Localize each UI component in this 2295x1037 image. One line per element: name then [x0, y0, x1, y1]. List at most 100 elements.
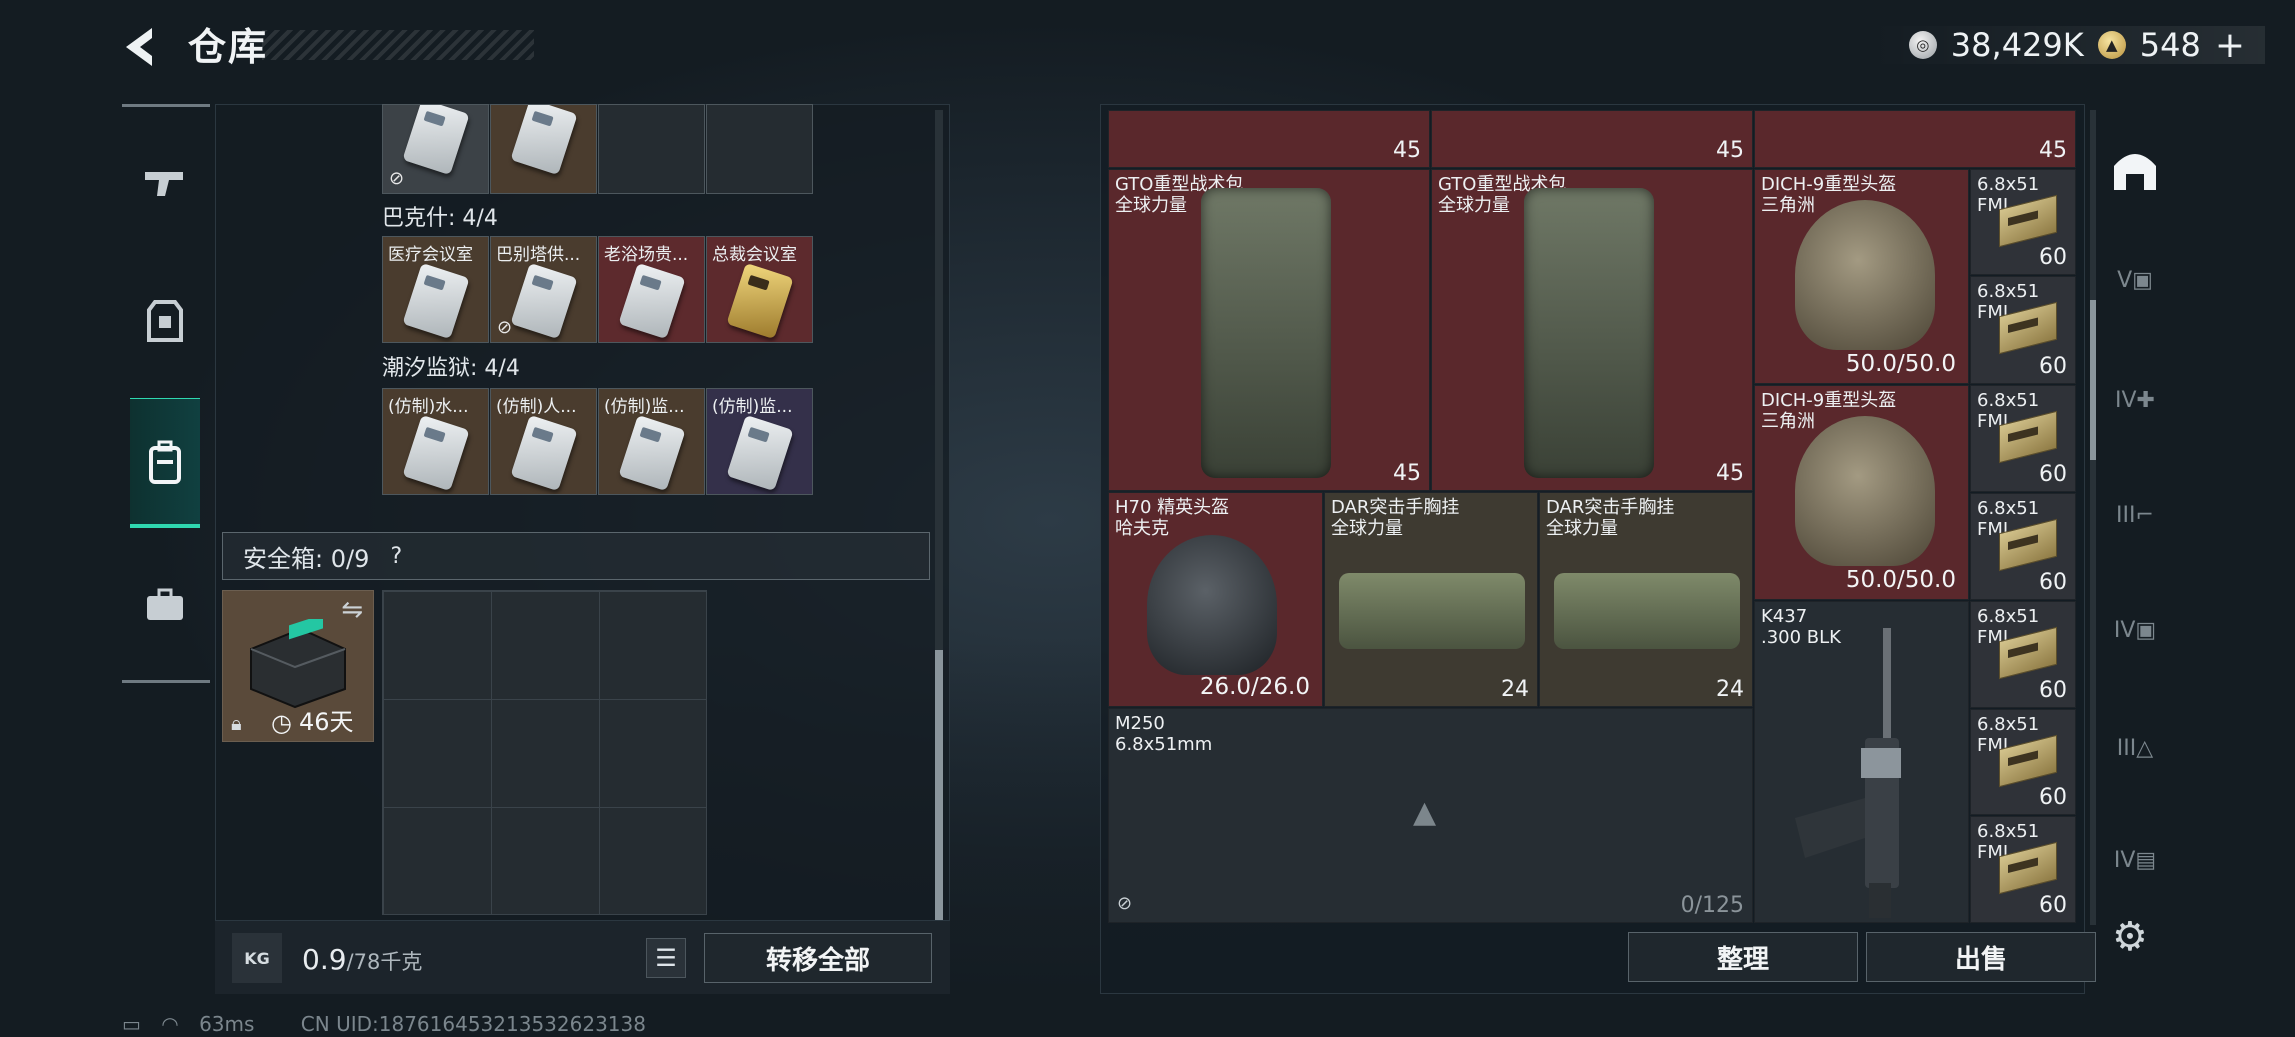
safebox-item[interactable]: ⇋ 🔒︎ ◷ 46天 — [222, 590, 374, 742]
capacity-count: 45 — [1393, 461, 1421, 486]
keycard-icon — [402, 414, 470, 492]
keycard-slot[interactable]: 总裁会议室 — [706, 236, 813, 343]
ammo-item[interactable]: 6.8x51 FMJ 60 — [1970, 601, 2076, 708]
durability: 50.0/50.0 — [1845, 567, 1956, 593]
weight-max: /78千克 — [346, 950, 423, 974]
inventory-scroll-thumb[interactable] — [2090, 300, 2096, 460]
tab-expansion-iii-gun[interactable]: III⌐ — [2105, 485, 2165, 545]
item-label: 老浴场贵... — [604, 245, 689, 265]
wifi-icon: ◠ — [161, 1012, 179, 1036]
keycard-icon — [726, 414, 794, 492]
ammo-item[interactable]: 6.8x51 FMJ 60 — [1970, 493, 2076, 600]
settings-gear-icon[interactable]: ⚙ — [2112, 914, 2148, 960]
keycard-slot[interactable]: 巴别塔供... ⊘ — [490, 236, 597, 343]
keycard-slot[interactable]: 老浴场贵... — [598, 236, 705, 343]
capacity-count: 45 — [2039, 138, 2067, 163]
ammo-count: 60 — [2039, 678, 2067, 703]
keycard-icon — [618, 414, 686, 492]
safebox-grid[interactable] — [382, 590, 707, 915]
warehouse-icon — [2114, 154, 2156, 190]
item-label: (仿制)水... — [388, 397, 469, 417]
back-button[interactable] — [118, 22, 168, 72]
tab-expansion-v[interactable]: V▣ — [2105, 250, 2165, 310]
helmet-icon — [1147, 535, 1277, 675]
ammo-item[interactable]: 6.8x51 FMJ 60 — [1970, 385, 2076, 492]
capacity-count: 24 — [1501, 677, 1529, 702]
keycard-slot[interactable]: ⊘ — [382, 104, 489, 194]
helmet-item[interactable]: H70 精英头盔 哈夫克 26.0/26.0 — [1108, 492, 1323, 707]
silver-coin-icon: ◎ — [1908, 31, 1937, 59]
backpack-item[interactable]: GTO重型战术包 全球力量 45 — [1108, 169, 1430, 491]
storage-expansion-icon: V▣ — [2117, 267, 2153, 293]
gold-currency-value: 548 — [2139, 26, 2201, 64]
list-view-button[interactable]: ☰ — [646, 938, 686, 978]
ammo-item[interactable]: 6.8x51 FMJ 60 — [1970, 276, 2076, 384]
keycard-slot[interactable] — [490, 104, 597, 194]
weapon-item[interactable]: M250 6.8x51mm ▲ ⊘ 0/125 — [1108, 708, 1753, 923]
helmet-icon — [1795, 200, 1935, 350]
tab-expansion-iii[interactable]: III△ — [2105, 718, 2165, 778]
currency-bar: ◎ 38,429K ▲ 548 + — [1868, 25, 2265, 66]
transfer-all-button[interactable]: 转移全部 — [704, 933, 932, 983]
tab-weapons[interactable] — [130, 140, 200, 226]
keycard-icon — [402, 105, 470, 176]
keycard-icon — [402, 262, 470, 340]
inventory-scrollbar[interactable] — [2090, 110, 2096, 925]
sell-button[interactable]: 出售 — [1866, 932, 2096, 982]
backpack-icon — [1524, 188, 1654, 478]
tab-case[interactable] — [130, 562, 200, 648]
gold-keycard-icon — [726, 262, 794, 340]
magazine-capacity: 0/125 — [1680, 893, 1744, 918]
item-label: M250 6.8x51mm — [1115, 713, 1213, 755]
keycard-slot[interactable]: (仿制)监... — [706, 388, 813, 495]
container-scroll-thumb[interactable] — [935, 650, 943, 920]
backpack-icon — [1201, 188, 1331, 478]
item-label: 总裁会议室 — [712, 245, 797, 265]
keycard-slot[interactable]: (仿制)水... — [382, 388, 489, 495]
backpack-item[interactable]: 45 — [1108, 110, 1430, 168]
helmet-item[interactable]: DICH-9重型头盔 三角洲 50.0/50.0 — [1754, 169, 1969, 384]
helmet-item[interactable]: DICH-9重型头盔 三角洲 50.0/50.0 — [1754, 385, 1969, 600]
tab-expansion-iv-b[interactable]: IV▤ — [2105, 830, 2165, 890]
weight-readout: 0.9/78千克 — [302, 943, 422, 976]
swap-icon[interactable]: ⇋ — [341, 595, 363, 625]
tab-warehouse[interactable] — [2105, 140, 2165, 200]
help-button[interactable]: ? — [383, 543, 409, 569]
sidebar-divider-top — [122, 104, 210, 107]
empty-slot[interactable] — [706, 104, 813, 194]
add-currency-button[interactable]: + — [2215, 25, 2245, 66]
item-label: (仿制)监... — [604, 397, 685, 417]
item-label: DAR突击手胸挂 全球力量 — [1546, 497, 1675, 539]
helmet-icon — [1795, 416, 1935, 566]
ping-value: 63ms — [199, 1012, 255, 1036]
tab-equipment[interactable] — [130, 278, 200, 364]
item-label: 巴别塔供... — [496, 245, 581, 265]
gold-coin-icon: ▲ — [2097, 31, 2126, 59]
tab-backpack[interactable] — [130, 398, 200, 528]
silver-currency-value: 38,429K — [1950, 26, 2084, 64]
page-title: 仓库 — [188, 25, 269, 69]
backpack-item[interactable]: 45 — [1431, 110, 1753, 168]
ammo-item[interactable]: 6.8x51 FMJ 60 — [1970, 169, 2076, 275]
keycard-slot[interactable]: (仿制)人... — [490, 388, 597, 495]
player-uid: CN UID:187616453213532623138 — [300, 1012, 646, 1036]
chest-rig-item[interactable]: DAR突击手胸挂 全球力量 24 — [1324, 492, 1538, 707]
backpack-item[interactable]: GTO重型战术包 全球力量 45 — [1431, 169, 1753, 491]
sort-button[interactable]: 整理 — [1628, 932, 1858, 982]
tab-expansion-iv-medical[interactable]: IV✚ — [2105, 370, 2165, 430]
keycard-slot[interactable]: 医疗会议室 — [382, 236, 489, 343]
ammo-item[interactable]: 6.8x51 FMJ 60 — [1970, 816, 2076, 923]
ammo-item[interactable]: 6.8x51 FMJ 60 — [1970, 709, 2076, 815]
chest-rig-item[interactable]: DAR突击手胸挂 全球力量 24 — [1539, 492, 1753, 707]
backpack-icon — [149, 440, 181, 484]
list-icon: ☰ — [655, 944, 677, 972]
weapon-item[interactable]: K437 .300 BLK — [1754, 601, 1969, 923]
backpack-item[interactable]: 45 — [1754, 110, 2076, 168]
no-trade-icon: ⊘ — [1117, 893, 1133, 914]
empty-slot[interactable] — [598, 104, 705, 194]
keycard-slot[interactable]: (仿制)监... — [598, 388, 705, 495]
safebox-case-icon — [250, 619, 346, 709]
tab-expansion-iv[interactable]: IV▣ — [2105, 600, 2165, 660]
no-trade-icon: ⊘ — [497, 317, 513, 338]
armor-icon — [147, 300, 183, 342]
